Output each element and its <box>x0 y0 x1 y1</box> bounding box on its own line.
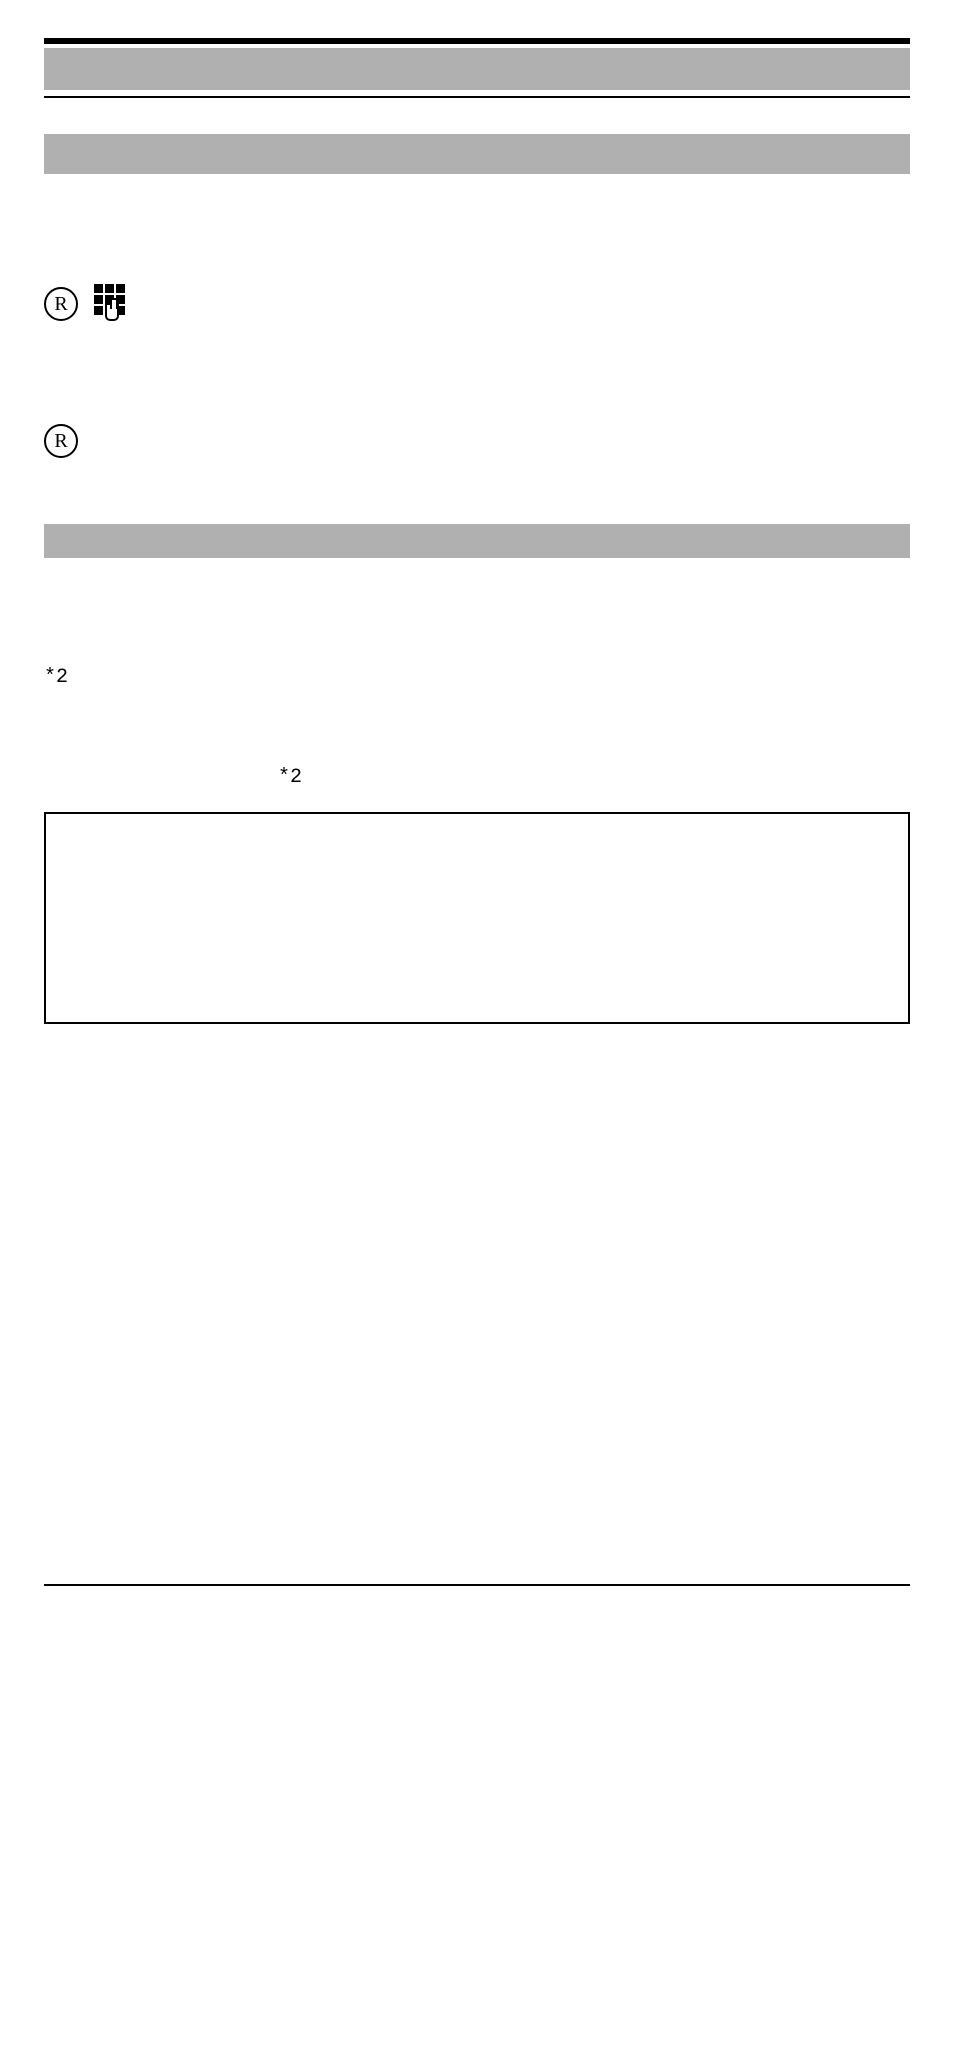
spacer-large <box>44 1024 910 1584</box>
top-thick-rule <box>44 38 910 44</box>
marker-star-2-a: *2 <box>44 668 910 688</box>
marker-star-2-b: *2 <box>278 768 910 788</box>
row-r-only: R <box>44 424 910 458</box>
spacer <box>44 558 910 668</box>
spacer <box>44 324 910 424</box>
document-page: R R *2 *2 <box>0 38 954 2057</box>
spacer <box>44 174 910 284</box>
circled-r-icon: R <box>44 424 78 458</box>
section-band-1 <box>44 134 910 174</box>
bordered-panel <box>44 812 910 1024</box>
header-band <box>44 48 910 90</box>
circled-r-icon: R <box>44 287 78 321</box>
header-underline <box>44 96 910 98</box>
section-band-2 <box>44 524 910 558</box>
keypad-icon <box>94 284 126 324</box>
footer-rule <box>44 1584 910 1586</box>
row-r-keypad: R <box>44 284 910 324</box>
spacer <box>44 688 910 768</box>
spacer <box>44 458 910 494</box>
